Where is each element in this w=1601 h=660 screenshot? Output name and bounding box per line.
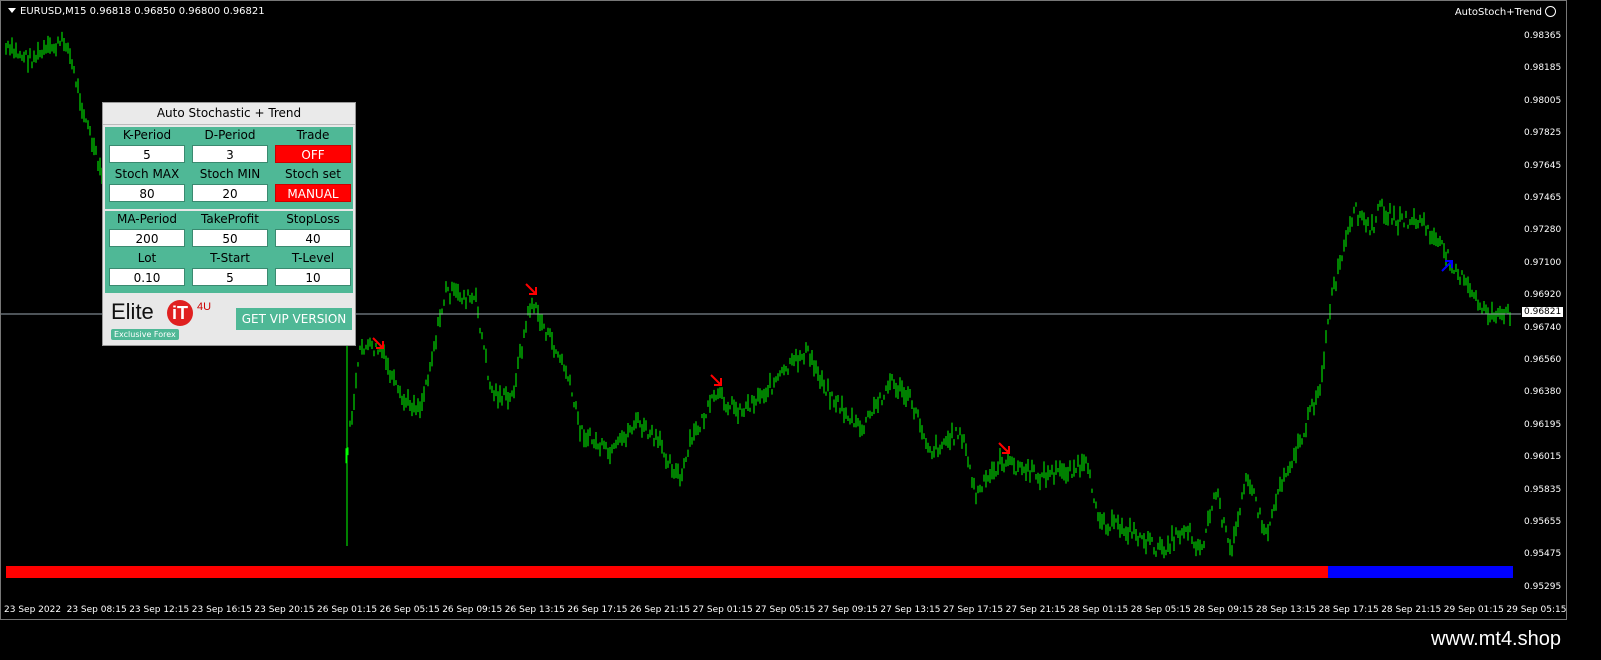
t-level-label: T-Level <box>291 251 335 265</box>
t-start-field[interactable]: 5 <box>192 268 268 286</box>
panel-section-trade: MA-Period TakeProfit StopLoss 200 50 40 … <box>105 211 353 293</box>
time-tick-label: 26 Sep 05:15 <box>379 605 440 615</box>
d-period-label: D-Period <box>204 128 256 142</box>
trade-label: Trade <box>296 128 330 142</box>
price-tick-label: 0.97645 <box>1524 160 1562 171</box>
smiley-icon <box>1545 6 1556 17</box>
price-tick-label: 0.98185 <box>1524 63 1562 74</box>
time-tick-label: 26 Sep 01:15 <box>317 605 378 615</box>
panel-footer: Elite iT 4U Exclusive Forex GET VIP VERS… <box>105 296 353 343</box>
time-tick-label: 28 Sep 01:15 <box>1068 605 1129 615</box>
footer-url[interactable]: www.mt4.shop <box>1431 628 1561 651</box>
time-tick-label: 28 Sep 05:15 <box>1130 605 1191 615</box>
stoch-min-label: Stoch MIN <box>199 167 261 181</box>
price-tick-label: 0.96015 <box>1524 452 1562 463</box>
stoch-min-field[interactable]: 20 <box>192 184 268 202</box>
price-tick-label: 0.95835 <box>1524 484 1562 495</box>
time-tick-label: 28 Sep 17:15 <box>1318 605 1379 615</box>
trade-toggle-button[interactable]: OFF <box>275 145 351 163</box>
price-tick-label: 0.96380 <box>1524 387 1562 398</box>
time-tick-label: 26 Sep 21:15 <box>630 605 691 615</box>
k-period-field[interactable]: 5 <box>109 145 185 163</box>
price-tick-label: 0.97465 <box>1524 193 1562 203</box>
time-tick-label: 27 Sep 21:15 <box>1005 605 1066 615</box>
t-start-label: T-Start <box>210 251 250 265</box>
price-tick-label: 0.98005 <box>1524 95 1562 106</box>
stoch-max-label: Stoch MAX <box>114 167 180 181</box>
price-tick-label: 0.97280 <box>1524 225 1562 236</box>
time-tick-label: 27 Sep 09:15 <box>817 605 878 615</box>
time-tick-label: 28 Sep 13:15 <box>1256 605 1317 615</box>
footer-bar: www.mt4.shop <box>0 620 1601 660</box>
take-profit-field[interactable]: 50 <box>192 229 268 247</box>
sell-arrow-icon <box>710 374 722 386</box>
stop-loss-field[interactable]: 40 <box>275 229 351 247</box>
panel-title: Auto Stochastic + Trend <box>103 103 355 125</box>
trend-bar-down <box>6 566 1328 578</box>
dropdown-caret-icon[interactable] <box>8 8 16 13</box>
indicator-label: AutoStoch+Trend <box>1454 7 1542 18</box>
ma-period-field[interactable]: 200 <box>109 229 185 247</box>
time-tick-label: 27 Sep 01:15 <box>692 605 753 615</box>
k-period-label: K-Period <box>122 128 172 142</box>
sell-arrow-icon <box>525 283 537 295</box>
get-vip-button[interactable]: GET VIP VERSION <box>236 308 352 330</box>
time-tick-label: 28 Sep 21:15 <box>1381 605 1442 615</box>
time-tick-label: 27 Sep 13:15 <box>880 605 941 615</box>
lot-label: Lot <box>137 251 157 265</box>
price-tick-label: 0.95475 <box>1524 549 1562 560</box>
time-tick-label: 23 Sep 16:15 <box>191 605 252 615</box>
price-tick-label: 0.96740 <box>1524 322 1562 333</box>
price-tick-label: 0.95655 <box>1524 517 1562 527</box>
symbol-header[interactable]: EURUSD,M15 0.96818 0.96850 0.96800 0.968… <box>8 6 265 17</box>
ea-control-panel: Auto Stochastic + Trend K-Period D-Perio… <box>102 102 356 346</box>
time-tick-label: 23 Sep 20:15 <box>254 605 315 615</box>
time-tick-label: 27 Sep 17:15 <box>943 605 1004 615</box>
time-tick-label: 27 Sep 05:15 <box>755 605 816 615</box>
time-tick-label: 23 Sep 2022 <box>4 605 62 615</box>
time-tick-label: 23 Sep 08:15 <box>66 605 127 615</box>
trend-bar-up <box>1328 566 1513 578</box>
lot-field[interactable]: 0.10 <box>109 268 185 286</box>
price-tick-label: 0.96920 <box>1524 290 1562 301</box>
time-tick-label: 23 Sep 12:15 <box>129 605 190 615</box>
time-tick-label: 29 Sep 01:15 <box>1443 605 1504 615</box>
take-profit-label: TakeProfit <box>201 212 259 226</box>
price-tick-label: 0.98365 <box>1524 31 1562 41</box>
current-price-label: 0.96821 <box>1522 307 1564 317</box>
elite-logo: Elite iT 4U Exclusive Forex <box>111 299 212 340</box>
stop-loss-label: StopLoss <box>286 212 340 226</box>
price-tick-label: 0.96195 <box>1524 419 1562 430</box>
symbol-info: EURUSD,M15 0.96818 0.96850 0.96800 0.968… <box>20 6 265 17</box>
logo-circle-icon: iT <box>167 300 193 326</box>
stoch-set-button[interactable]: MANUAL <box>275 184 351 202</box>
time-tick-label: 28 Sep 09:15 <box>1193 605 1254 615</box>
indicator-header: AutoStoch+Trend <box>1455 6 1556 18</box>
ma-period-label: MA-Period <box>116 212 178 226</box>
d-period-field[interactable]: 3 <box>192 145 268 163</box>
t-level-field[interactable]: 10 <box>275 268 351 286</box>
price-tick-label: 0.96560 <box>1524 355 1562 365</box>
time-tick-label: 26 Sep 13:15 <box>504 605 565 615</box>
price-tick-label: 0.95295 <box>1524 581 1562 592</box>
time-tick-label: 26 Sep 09:15 <box>442 605 503 615</box>
price-tick-label: 0.97100 <box>1524 257 1562 268</box>
stoch-max-field[interactable]: 80 <box>109 184 185 202</box>
panel-section-stochastic: K-Period D-Period Trade 5 3 OFF Stoch MA… <box>105 127 353 209</box>
stoch-set-label: Stoch set <box>284 167 342 181</box>
time-tick-label: 26 Sep 17:15 <box>567 605 628 615</box>
time-tick-label: 29 Sep 05:15 <box>1506 605 1567 615</box>
sell-arrow-icon <box>372 337 384 349</box>
price-tick-label: 0.97825 <box>1524 128 1562 139</box>
